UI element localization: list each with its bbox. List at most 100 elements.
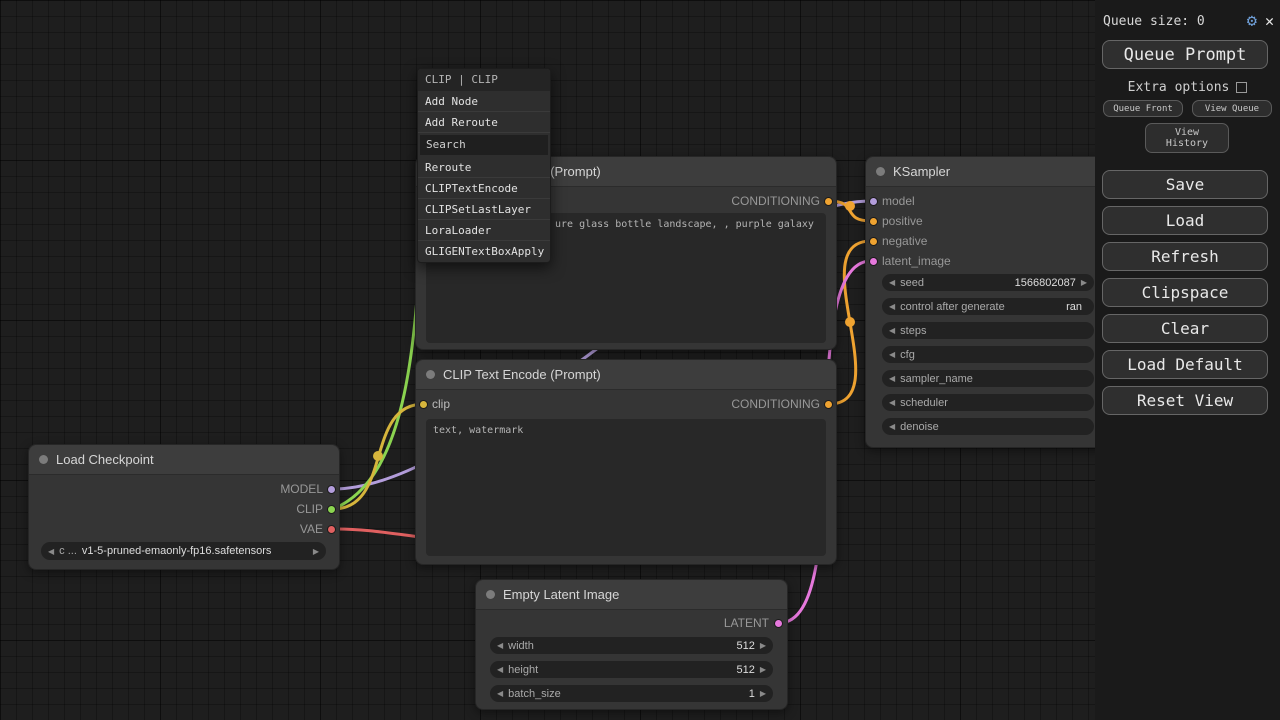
- output-label-vae: VAE: [300, 522, 323, 536]
- arrow-left-icon[interactable]: ◀: [497, 665, 503, 674]
- arrow-left-icon[interactable]: ◀: [497, 641, 503, 650]
- arrow-right-icon[interactable]: ▶: [760, 665, 766, 674]
- denoise-widget[interactable]: ◀ denoise: [882, 418, 1094, 435]
- view-queue-button[interactable]: View Queue: [1192, 100, 1272, 117]
- widget-name: width: [508, 640, 534, 652]
- arrow-right-icon[interactable]: ▶: [760, 689, 766, 698]
- arrow-right-icon[interactable]: ▶: [760, 641, 766, 650]
- reset-view-button[interactable]: Reset View: [1102, 386, 1268, 415]
- menu-item-reroute[interactable]: Reroute: [418, 157, 550, 178]
- arrow-left-icon[interactable]: ◀: [889, 350, 895, 359]
- menu-item-loraloader[interactable]: LoraLoader: [418, 220, 550, 241]
- load-default-button[interactable]: Load Default: [1102, 350, 1268, 379]
- arrow-right-icon[interactable]: ▶: [1081, 278, 1087, 287]
- node-clip-text-encode-bottom[interactable]: CLIP Text Encode (Prompt) clip CONDITION…: [415, 359, 837, 565]
- node-title-bar[interactable]: Load Checkpoint: [29, 445, 339, 475]
- clipspace-button[interactable]: Clipspace: [1102, 278, 1268, 307]
- output-slot-clip[interactable]: [327, 505, 336, 514]
- widget-name: c ...: [59, 545, 77, 557]
- prompt-textarea[interactable]: text, watermark: [426, 419, 826, 556]
- steps-widget[interactable]: ◀ steps: [882, 322, 1094, 339]
- arrow-left-icon[interactable]: ◀: [497, 689, 503, 698]
- width-widget[interactable]: ◀ width 512 ▶: [490, 637, 773, 654]
- output-slot-model[interactable]: [327, 485, 336, 494]
- widget-name: batch_size: [508, 688, 561, 700]
- input-label-latent-image: latent_image: [882, 254, 951, 268]
- menu-item-add-reroute[interactable]: Add Reroute: [418, 112, 550, 133]
- node-title: KSampler: [893, 164, 950, 179]
- widget-value: 1: [566, 688, 755, 700]
- widget-name: height: [508, 664, 538, 676]
- menu-item-gligentextboxapply[interactable]: GLIGENTextBoxApply: [418, 241, 550, 262]
- collapse-dot-icon[interactable]: [486, 590, 495, 599]
- node-title-bar[interactable]: KSampler: [866, 157, 1104, 187]
- node-title: Load Checkpoint: [56, 452, 154, 467]
- link-clip-to-encode: [333, 404, 424, 509]
- link-clip-drag: [333, 110, 428, 509]
- node-ksampler[interactable]: KSampler model positive negative latent_…: [865, 156, 1105, 448]
- control-sidebar: Queue size: 0 ⚙ ✕ Queue Prompt Extra opt…: [1095, 0, 1280, 720]
- batch-size-widget[interactable]: ◀ batch_size 1 ▶: [490, 685, 773, 702]
- sampler-name-widget[interactable]: ◀ sampler_name: [882, 370, 1094, 387]
- seed-widget[interactable]: ◀ seed 1566802087 ▶: [882, 274, 1094, 291]
- arrow-left-icon[interactable]: ◀: [889, 302, 895, 311]
- cfg-widget[interactable]: ◀ cfg: [882, 346, 1094, 363]
- queue-prompt-button[interactable]: Queue Prompt: [1102, 40, 1268, 69]
- load-button[interactable]: Load: [1102, 206, 1268, 235]
- node-title-bar[interactable]: Empty Latent Image: [476, 580, 787, 610]
- queue-front-button[interactable]: Queue Front: [1103, 100, 1183, 117]
- widget-name: steps: [900, 325, 926, 337]
- arrow-left-icon[interactable]: ◀: [48, 547, 54, 556]
- height-widget[interactable]: ◀ height 512 ▶: [490, 661, 773, 678]
- widget-name: sampler_name: [900, 373, 973, 385]
- output-label-conditioning: CONDITIONING: [731, 397, 820, 411]
- output-label-clip: CLIP: [296, 502, 323, 516]
- output-slot-vae[interactable]: [327, 525, 336, 534]
- control-after-generate-widget[interactable]: ◀ control after generate ran: [882, 298, 1094, 315]
- context-menu: CLIP | CLIP Add Node Add Reroute Search …: [417, 68, 551, 263]
- input-label-model: model: [882, 194, 915, 208]
- extra-options-checkbox[interactable]: [1236, 82, 1247, 93]
- queue-size-label: Queue size: 0: [1103, 14, 1239, 29]
- link-midpoint-dot: [373, 451, 383, 461]
- input-slot-model[interactable]: [869, 197, 878, 206]
- collapse-dot-icon[interactable]: [426, 370, 435, 379]
- input-slot-positive[interactable]: [869, 217, 878, 226]
- menu-item-clipsetlastlayer[interactable]: CLIPSetLastLayer: [418, 199, 550, 220]
- context-menu-title: CLIP | CLIP: [418, 69, 550, 91]
- arrow-right-icon[interactable]: ▶: [313, 547, 319, 556]
- save-button[interactable]: Save: [1102, 170, 1268, 199]
- output-slot-conditioning[interactable]: [824, 197, 833, 206]
- refresh-button[interactable]: Refresh: [1102, 242, 1268, 271]
- collapse-dot-icon[interactable]: [876, 167, 885, 176]
- node-empty-latent-image[interactable]: Empty Latent Image LATENT ◀ width 512 ▶ …: [475, 579, 788, 710]
- input-slot-negative[interactable]: [869, 237, 878, 246]
- close-icon[interactable]: ✕: [1265, 12, 1274, 30]
- settings-gear-icon[interactable]: ⚙: [1247, 13, 1257, 30]
- scheduler-widget[interactable]: ◀ scheduler: [882, 394, 1094, 411]
- arrow-left-icon[interactable]: ◀: [889, 398, 895, 407]
- input-slot-latent-image[interactable]: [869, 257, 878, 266]
- arrow-left-icon[interactable]: ◀: [889, 326, 895, 335]
- widget-name: cfg: [900, 349, 915, 361]
- input-label-negative: negative: [882, 234, 927, 248]
- output-slot-latent[interactable]: [774, 619, 783, 628]
- menu-item-add-node[interactable]: Add Node: [418, 91, 550, 112]
- ckpt-name-widget[interactable]: ◀ c ... v1-5-pruned-emaonly-fp16.safeten…: [41, 542, 326, 560]
- collapse-dot-icon[interactable]: [39, 455, 48, 464]
- output-slot-conditioning[interactable]: [824, 400, 833, 409]
- menu-search-input[interactable]: Search: [420, 135, 548, 155]
- view-history-button[interactable]: View History: [1145, 123, 1229, 153]
- node-load-checkpoint[interactable]: Load Checkpoint MODEL CLIP VAE ◀ c ... v…: [28, 444, 340, 570]
- widget-name: denoise: [900, 421, 939, 433]
- menu-item-cliptextencode[interactable]: CLIPTextEncode: [418, 178, 550, 199]
- node-title-bar[interactable]: CLIP Text Encode (Prompt): [416, 360, 836, 390]
- output-label-latent: LATENT: [724, 616, 769, 630]
- input-slot-clip[interactable]: [419, 400, 428, 409]
- arrow-left-icon[interactable]: ◀: [889, 374, 895, 383]
- node-title: CLIP Text Encode (Prompt): [443, 367, 601, 382]
- arrow-left-icon[interactable]: ◀: [889, 278, 895, 287]
- clear-button[interactable]: Clear: [1102, 314, 1268, 343]
- extra-options-label: Extra options: [1128, 80, 1230, 95]
- arrow-left-icon[interactable]: ◀: [889, 422, 895, 431]
